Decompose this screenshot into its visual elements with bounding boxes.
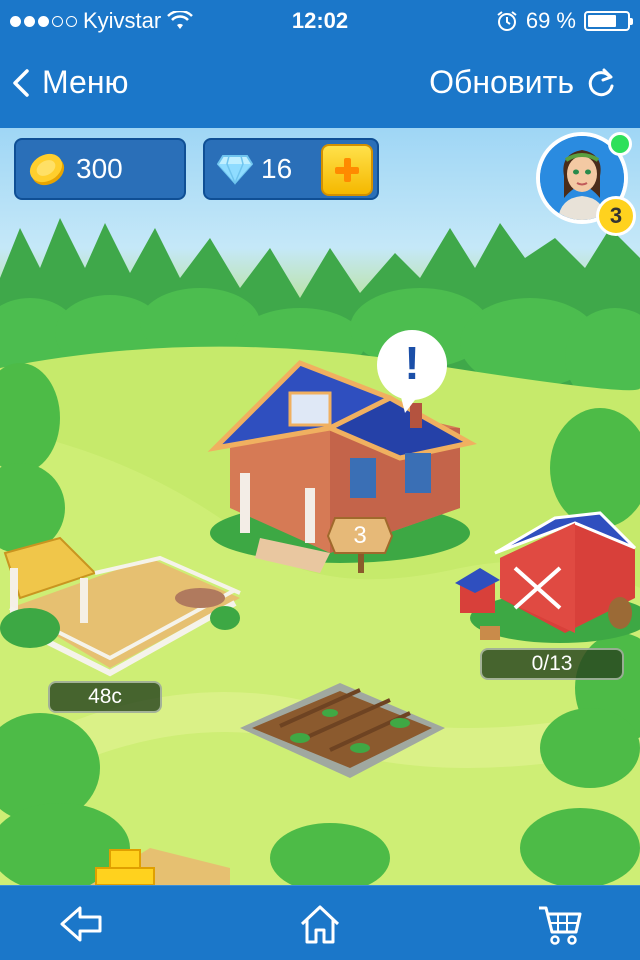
cart-icon [539,906,582,945]
coins-value: 300 [76,153,123,184]
back-label: Меню [42,64,129,100]
gems-value: 16 [261,153,293,184]
barn-storage-label: 0/13 [480,648,624,680]
player-level-badge: 3 [596,196,636,236]
online-status-indicator [608,132,632,156]
nav-bar: Меню Обновить [0,40,640,128]
house-level-label: 3 [353,522,367,549]
shop-tab-button[interactable] [536,900,584,948]
plus-icon [335,158,359,182]
status-right: 69 % [496,8,633,34]
house-alert-mark[interactable]: ! [392,333,432,393]
home-tab-button[interactable] [296,900,344,948]
menu-back-button[interactable]: Меню [12,64,128,101]
buy-gems-button[interactable] [321,144,373,196]
chevron-left-icon [13,68,29,97]
back-tab-button[interactable] [58,900,106,948]
battery-icon [584,11,633,31]
bottom-tab-bar [0,885,640,960]
pen-timer-label: 48с [48,681,162,713]
farm-scene [0,218,640,885]
home-icon [300,905,340,944]
coins-counter[interactable]: 300 [14,138,186,200]
refresh-icon [588,68,614,96]
battery-percent: 69 % [525,8,576,33]
gems-counter[interactable]: 16 [203,138,379,200]
coin-icon [29,153,65,186]
status-bar: Kyivstar 12:02 69 % [0,0,640,40]
farm-game-view[interactable]: 300 16 ! 3 48с 0/13 [0,128,640,885]
refresh-label: Обновить [429,64,574,100]
back-arrow-icon [60,906,102,942]
refresh-button[interactable]: Обновить [429,64,616,101]
alarm-icon [497,11,517,31]
diamond-icon [217,155,253,185]
